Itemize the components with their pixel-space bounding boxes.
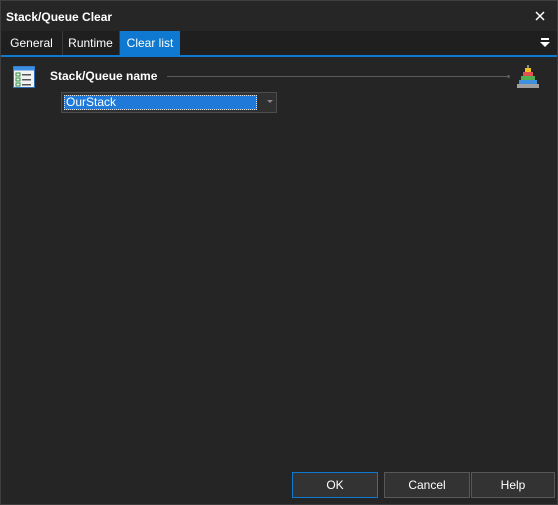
tab-clear-list[interactable]: Clear list — [120, 31, 180, 55]
tab-bar: General Runtime Clear list — [1, 31, 557, 57]
cancel-button[interactable]: Cancel — [384, 472, 470, 498]
close-button[interactable] — [529, 5, 551, 27]
help-button[interactable]: Help — [471, 472, 555, 498]
variables-button[interactable] — [515, 64, 541, 90]
close-icon — [535, 11, 545, 21]
title-bar[interactable]: Stack/Queue Clear — [1, 1, 557, 31]
tab-general[interactable]: General — [1, 31, 63, 55]
menu-icon — [540, 38, 550, 47]
window-title: Stack/Queue Clear — [6, 10, 113, 24]
section-label: Stack/Queue name — [50, 69, 158, 83]
chevron-down-icon[interactable] — [267, 100, 273, 103]
stack-queue-clear-dialog: Stack/Queue Clear General Runtime Clear … — [0, 0, 558, 505]
tab-menu-button[interactable] — [539, 36, 551, 50]
tab-runtime[interactable]: Runtime — [62, 31, 120, 55]
section-divider — [167, 75, 510, 78]
pyramid-icon — [517, 65, 539, 88]
stack-name-combo[interactable]: OurStack — [61, 92, 277, 113]
stack-name-value[interactable]: OurStack — [64, 95, 257, 110]
list-check-icon — [13, 66, 35, 88]
ok-button[interactable]: OK — [292, 472, 378, 498]
